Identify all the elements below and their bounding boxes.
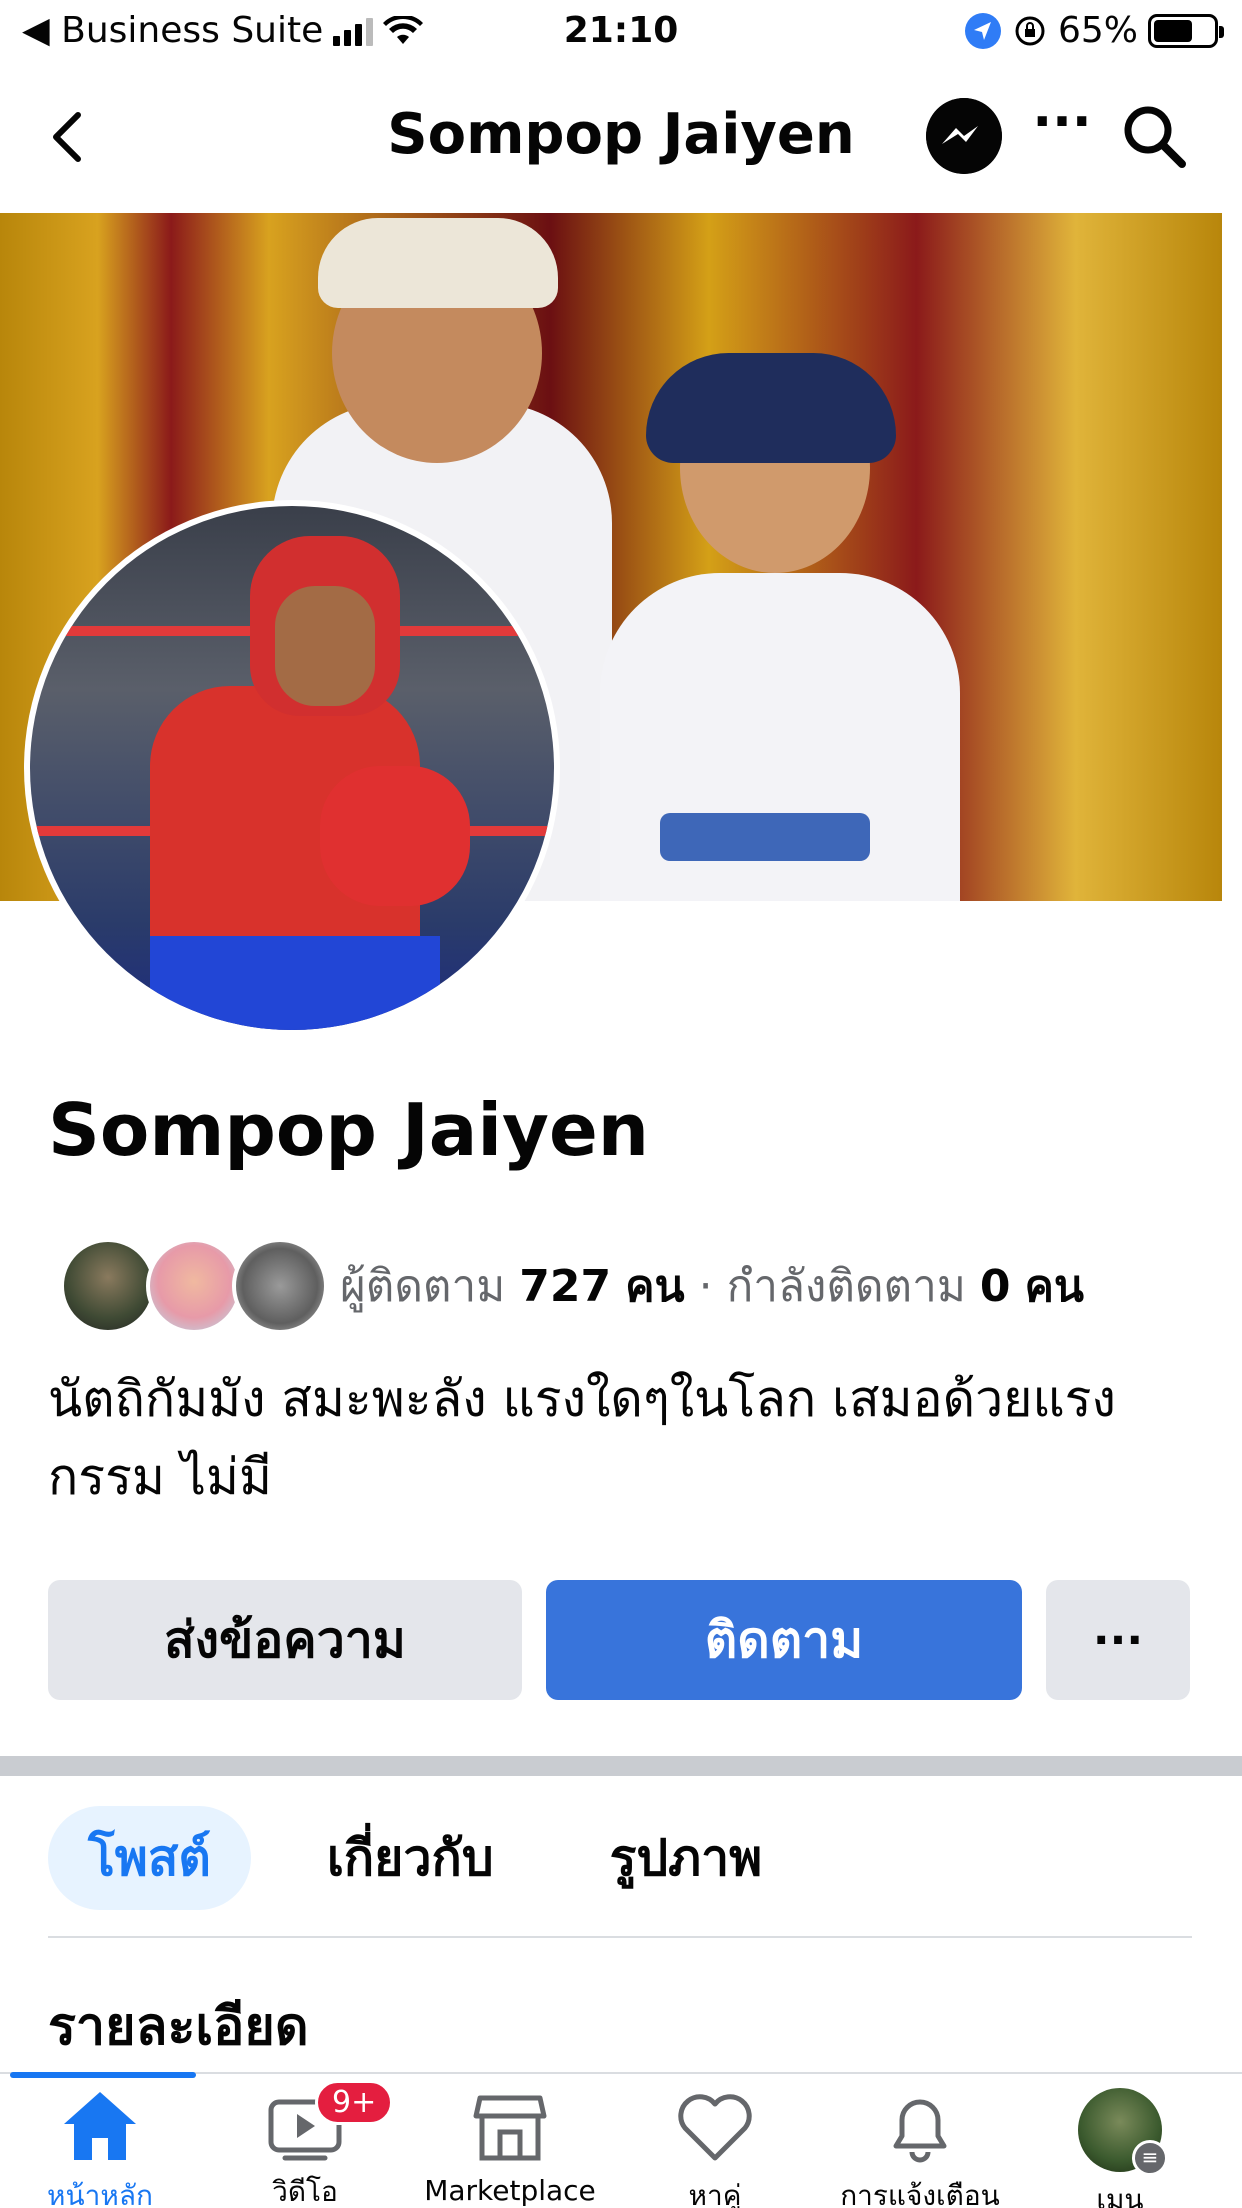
follow-button[interactable]: ติดตาม bbox=[546, 1580, 1022, 1700]
follower-avatar bbox=[146, 1238, 242, 1334]
followers-unit: คน bbox=[625, 1261, 685, 1312]
nav-header: Sompop Jaiyen ··· bbox=[0, 62, 1242, 212]
nav-home-label: หน้าหลัก bbox=[47, 2179, 153, 2208]
followers-row[interactable]: ผู้ติดตาม 727 คน · กำลังติดตาม 0 คน bbox=[60, 1236, 1200, 1336]
marketplace-icon bbox=[473, 2095, 547, 2161]
nav-video-label: วิดีโอ bbox=[272, 2175, 338, 2208]
status-bar: ◀ Business Suite 21:10 65% bbox=[0, 0, 1242, 62]
followers-label: ผู้ติดตาม bbox=[340, 1261, 506, 1312]
more-options-button[interactable]: ··· bbox=[1030, 96, 1094, 166]
menu-avatar-icon: ≡ bbox=[1078, 2088, 1168, 2176]
profile-photo bbox=[30, 506, 554, 1030]
nav-menu[interactable]: ≡ เมนู bbox=[1020, 2088, 1220, 2208]
nav-video[interactable]: 9+ วิดีโอ bbox=[205, 2080, 405, 2208]
cover-figure-left-hat bbox=[318, 218, 558, 308]
active-tab-indicator bbox=[10, 2072, 196, 2078]
hamburger-icon: ≡ bbox=[1132, 2140, 1168, 2176]
nav-marketplace-label: Marketplace bbox=[424, 2174, 596, 2207]
tabs-divider bbox=[48, 1936, 1192, 1938]
boxer-shorts bbox=[150, 936, 440, 1030]
cover-figure-right-hat bbox=[646, 353, 896, 463]
dating-heart-icon bbox=[678, 2094, 752, 2161]
bell-icon bbox=[893, 2099, 947, 2163]
follower-avatar bbox=[232, 1238, 328, 1334]
boxer-face bbox=[275, 586, 375, 706]
nav-marketplace[interactable]: Marketplace bbox=[410, 2088, 610, 2208]
nav-home[interactable]: หน้าหลัก bbox=[0, 2088, 200, 2208]
status-right: 65% bbox=[964, 10, 1224, 51]
profile-tabs: โพสต์ เกี่ยวกับ รูปภาพ bbox=[48, 1806, 802, 1910]
bottom-nav: หน้าหลัก 9+ วิดีโอ Marketplace หาคู่ การ… bbox=[0, 2072, 1242, 2208]
rotation-lock-icon bbox=[1015, 16, 1045, 45]
nav-dating[interactable]: หาคู่ bbox=[615, 2088, 815, 2208]
cover-sash bbox=[660, 813, 870, 861]
home-icon bbox=[64, 2092, 136, 2160]
profile-avatar[interactable] bbox=[24, 500, 560, 1036]
followers-summary[interactable]: ผู้ติดตาม 727 คน · กำลังติดตาม 0 คน bbox=[340, 1251, 1084, 1321]
nav-notifications-label: การแจ้งเตือน bbox=[840, 2179, 1000, 2208]
followers-count: 727 bbox=[519, 1261, 612, 1312]
details-section-title: รายละเอียด bbox=[48, 1997, 309, 2057]
nav-notifications[interactable]: การแจ้งเตือน bbox=[820, 2088, 1020, 2208]
follower-avatar bbox=[60, 1238, 156, 1334]
location-arrow-icon bbox=[964, 12, 1001, 49]
following-count: 0 bbox=[979, 1261, 1011, 1312]
nav-menu-label: เมนู bbox=[1096, 2183, 1144, 2208]
following-unit: คน bbox=[1024, 1261, 1084, 1312]
follower-avatars bbox=[60, 1236, 330, 1336]
tab-about[interactable]: เกี่ยวกับ bbox=[287, 1806, 534, 1910]
tab-photos[interactable]: รูปภาพ bbox=[570, 1806, 803, 1910]
send-message-button[interactable]: ส่งข้อความ bbox=[48, 1580, 522, 1700]
profile-name: Sompop Jaiyen bbox=[48, 1088, 650, 1172]
following-label: กำลังติดตาม bbox=[726, 1261, 966, 1312]
profile-more-button[interactable]: ··· bbox=[1046, 1580, 1190, 1700]
battery-percentage: 65% bbox=[1057, 10, 1138, 51]
tab-posts[interactable]: โพสต์ bbox=[48, 1806, 251, 1910]
stats-separator: · bbox=[698, 1261, 713, 1312]
nav-dating-label: หาคู่ bbox=[688, 2179, 742, 2208]
video-badge: 9+ bbox=[315, 2080, 394, 2125]
battery-icon bbox=[1148, 13, 1224, 48]
search-icon[interactable] bbox=[1120, 102, 1190, 172]
profile-bio: นัตถิกัมมัง สมะพะลัง แรงใดๆในโลก เสมอด้ว… bbox=[48, 1370, 1116, 1506]
messenger-icon[interactable] bbox=[926, 98, 1002, 174]
section-divider bbox=[0, 1756, 1242, 1776]
boxing-glove bbox=[320, 766, 470, 906]
